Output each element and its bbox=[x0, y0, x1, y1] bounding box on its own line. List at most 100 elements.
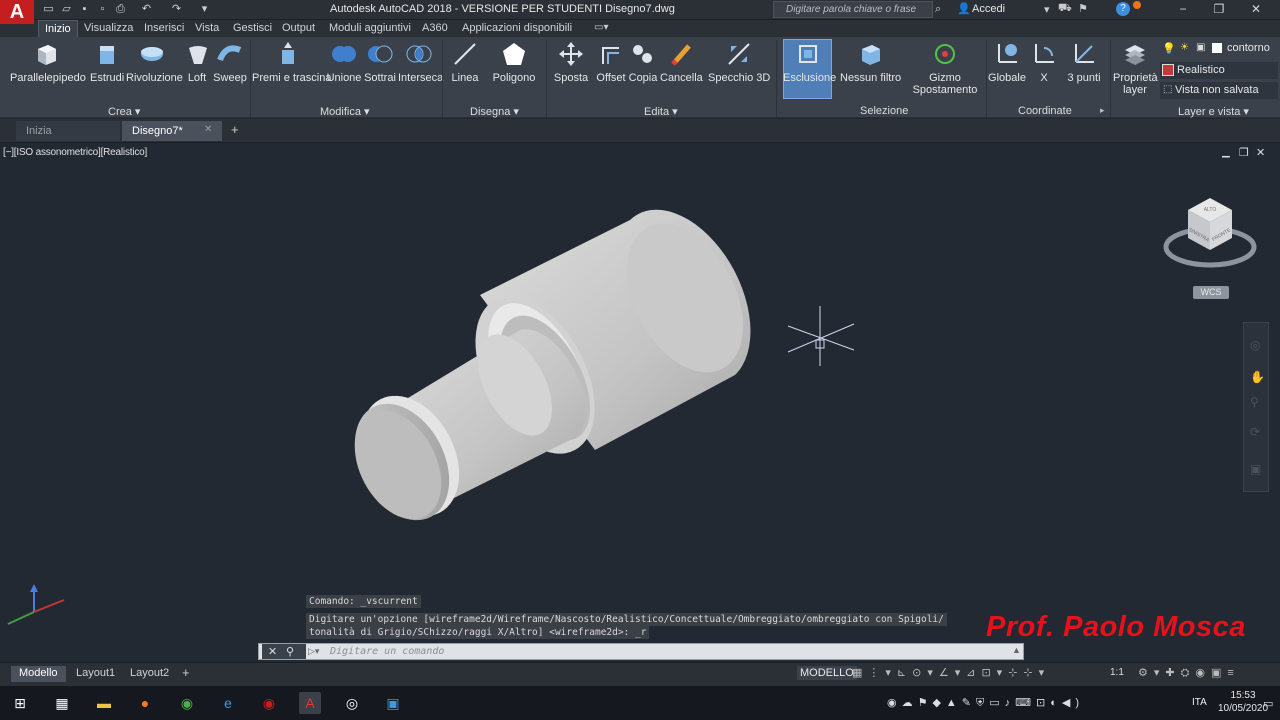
qat-dropdown-icon[interactable]: ▾ bbox=[198, 3, 211, 16]
rivoluzione-button[interactable]: Rivoluzione bbox=[126, 40, 183, 84]
showmotion-icon[interactable]: ▣ bbox=[1250, 462, 1261, 476]
model-space-button[interactable]: MODELLO bbox=[797, 666, 857, 680]
binoculars-icon[interactable]: ⌕ bbox=[935, 3, 941, 16]
panel-title-crea[interactable]: Crea ▾ bbox=[108, 105, 140, 118]
shaft-3d-model[interactable] bbox=[340, 200, 770, 530]
sun-icon[interactable]: ☀ bbox=[1180, 42, 1189, 53]
panel-title-modifica[interactable]: Modifica ▾ bbox=[320, 105, 370, 118]
sposta-button[interactable]: Sposta bbox=[553, 40, 589, 84]
search-input[interactable]: Digitare parola chiave o frase bbox=[773, 1, 933, 18]
loft-button[interactable]: Loft bbox=[184, 40, 210, 84]
cancella-button[interactable]: Cancella bbox=[660, 40, 703, 84]
maximize-icon[interactable]: ❐ bbox=[1209, 2, 1229, 18]
add-layout-icon[interactable]: + bbox=[182, 665, 190, 680]
viewport-minimize-icon[interactable]: ▁ bbox=[1222, 147, 1230, 158]
tab-inizio[interactable]: Inizio bbox=[38, 20, 78, 37]
exchange-icon[interactable]: ⚑ bbox=[1078, 2, 1088, 15]
save-as-icon[interactable]: ▫ bbox=[96, 3, 109, 16]
print-icon[interactable]: ⎙ bbox=[114, 3, 127, 16]
panel-title-edita[interactable]: Edita ▾ bbox=[644, 105, 678, 118]
language-indicator[interactable]: ITA bbox=[1192, 697, 1207, 708]
store-icon[interactable]: ⛟ bbox=[1058, 2, 1072, 16]
offset-button[interactable]: Offset bbox=[596, 40, 626, 84]
viewcube-top-label[interactable]: ALTO bbox=[1204, 207, 1217, 213]
globale-button[interactable]: Globale bbox=[988, 40, 1026, 84]
status-toggle-icons[interactable]: ▦⋮▾⊾⊙▾∠▾⊿⊡▾⊹⊹▾ bbox=[852, 666, 1050, 679]
esclusione-button[interactable]: Esclusione bbox=[783, 40, 836, 84]
panel-title-disegna[interactable]: Disegna ▾ bbox=[470, 105, 519, 118]
steering-wheel-icon[interactable]: ◎ bbox=[1250, 338, 1260, 352]
calculator-icon[interactable]: ▦ bbox=[51, 692, 73, 714]
layer-dropdown[interactable]: contorno bbox=[1227, 42, 1270, 54]
open-file-icon[interactable]: ▱ bbox=[60, 3, 73, 16]
status-right-icons[interactable]: ⚙▾✚⛭◉▣≡ bbox=[1138, 666, 1240, 680]
help-icon[interactable]: ? bbox=[1116, 2, 1130, 16]
save-icon[interactable]: ▪ bbox=[78, 3, 91, 16]
lightbulb-icon[interactable]: 💡 bbox=[1162, 42, 1176, 55]
tab-gestisci[interactable]: Gestisci bbox=[227, 20, 278, 37]
chrome-icon[interactable]: ◉ bbox=[176, 692, 198, 714]
new-tab-icon[interactable]: + bbox=[231, 122, 239, 137]
autocad-logo-icon[interactable]: A bbox=[0, 0, 34, 24]
pan-icon[interactable]: ✋ bbox=[1250, 370, 1265, 384]
specchio-3d-button[interactable]: Specchio 3D bbox=[708, 40, 770, 84]
command-prompt-icon[interactable]: ▷▾ bbox=[308, 646, 319, 657]
login-dropdown-icon[interactable]: ▾ bbox=[1044, 3, 1050, 16]
tab-inserisci[interactable]: Inserisci bbox=[138, 20, 190, 37]
tab-moduli-aggiuntivi[interactable]: Moduli aggiuntivi bbox=[323, 20, 417, 37]
viewport-restore-icon[interactable]: ❐ bbox=[1239, 146, 1249, 159]
sottrai-button[interactable]: Sottrai bbox=[363, 40, 397, 84]
minimize-icon[interactable]: − bbox=[1173, 2, 1193, 18]
command-history-toggle-icon[interactable]: ▲ bbox=[1012, 645, 1021, 655]
copia-button[interactable]: Copia bbox=[628, 40, 658, 84]
tab-applicazioni[interactable]: Applicazioni disponibili bbox=[456, 20, 578, 37]
record-icon[interactable]: ◉ bbox=[258, 692, 280, 714]
layout-tab-layout1[interactable]: Layout1 bbox=[68, 666, 123, 682]
sweep-button[interactable]: Sweep bbox=[213, 40, 247, 84]
gizmo-spostamento-button[interactable]: Gizmo Spostamento bbox=[912, 40, 978, 96]
zoom-icon[interactable]: ⚲ bbox=[1250, 395, 1259, 409]
nessun-filtro-button[interactable]: Nessun filtro bbox=[840, 40, 901, 84]
obs-icon[interactable]: ◎ bbox=[341, 692, 363, 714]
unione-button[interactable]: Unione bbox=[326, 40, 362, 84]
firefox-icon[interactable]: ● bbox=[134, 692, 156, 714]
system-tray-icons[interactable]: ◉☁⚑◆▲✎⛨▭♪⌨⊡◐◀) bbox=[887, 696, 1084, 710]
login-button[interactable]: Accedi bbox=[972, 3, 1005, 15]
windows-start-icon[interactable]: ⊞ bbox=[9, 692, 31, 714]
redo-icon[interactable]: ↷ bbox=[170, 3, 183, 16]
lock-icon[interactable]: ▣ bbox=[1196, 42, 1205, 53]
poligono-button[interactable]: Poligono bbox=[492, 40, 536, 84]
notifications-icon[interactable]: ▭ bbox=[1263, 697, 1273, 710]
estrudi-button[interactable]: Estrudi bbox=[90, 40, 124, 84]
doc-tab-inizia[interactable]: Inizia bbox=[16, 121, 120, 141]
annotation-scale[interactable]: 1:1 bbox=[1110, 667, 1124, 678]
viewport-controls-label[interactable]: [−][ISO assonometrico][Realistico] bbox=[3, 147, 147, 158]
close-tab-icon[interactable]: ✕ bbox=[204, 124, 212, 135]
viewport-close-icon[interactable]: ✕ bbox=[1256, 146, 1265, 159]
proprieta-layer-button[interactable]: Proprietà layer bbox=[1113, 40, 1158, 96]
orbit-icon[interactable]: ⟳ bbox=[1250, 425, 1260, 439]
linea-button[interactable]: Linea bbox=[448, 40, 482, 84]
layout-tab-modello[interactable]: Modello bbox=[11, 666, 66, 682]
command-input[interactable]: Digitare un comando bbox=[330, 646, 444, 657]
coordinate-launcher-icon[interactable]: ▸ bbox=[1100, 105, 1105, 116]
tab-vista[interactable]: Vista bbox=[189, 20, 225, 37]
panel-title-layer[interactable]: Layer e vista ▾ bbox=[1178, 105, 1249, 118]
autocad-taskbar-icon[interactable]: A bbox=[299, 692, 321, 714]
premi-e-trascina-button[interactable]: Premi e trascina bbox=[252, 40, 331, 84]
interseca-button[interactable]: Interseca bbox=[398, 40, 443, 84]
layout-tab-layout2[interactable]: Layout2 bbox=[122, 666, 177, 682]
taskbar-clock[interactable]: 15:53 10/05/2020 bbox=[1218, 689, 1268, 715]
customize-command-icon[interactable]: ⚲ bbox=[286, 645, 294, 658]
viewcube[interactable]: ALTO SINISTRA FRONTE bbox=[1160, 192, 1260, 272]
tab-visualizza[interactable]: Visualizza bbox=[78, 20, 139, 37]
tab-output[interactable]: Output bbox=[276, 20, 321, 37]
edge-icon[interactable]: e bbox=[217, 692, 239, 714]
new-file-icon[interactable]: ▭ bbox=[42, 3, 55, 16]
tab-a360[interactable]: A360 bbox=[416, 20, 454, 37]
ucs-x-button[interactable]: X bbox=[1030, 40, 1058, 84]
tre-punti-button[interactable]: 3 punti bbox=[1064, 40, 1104, 84]
undo-icon[interactable]: ↶ bbox=[140, 3, 153, 16]
image-viewer-icon[interactable]: ▣ bbox=[382, 692, 404, 714]
file-explorer-icon[interactable]: ▬ bbox=[93, 692, 115, 714]
